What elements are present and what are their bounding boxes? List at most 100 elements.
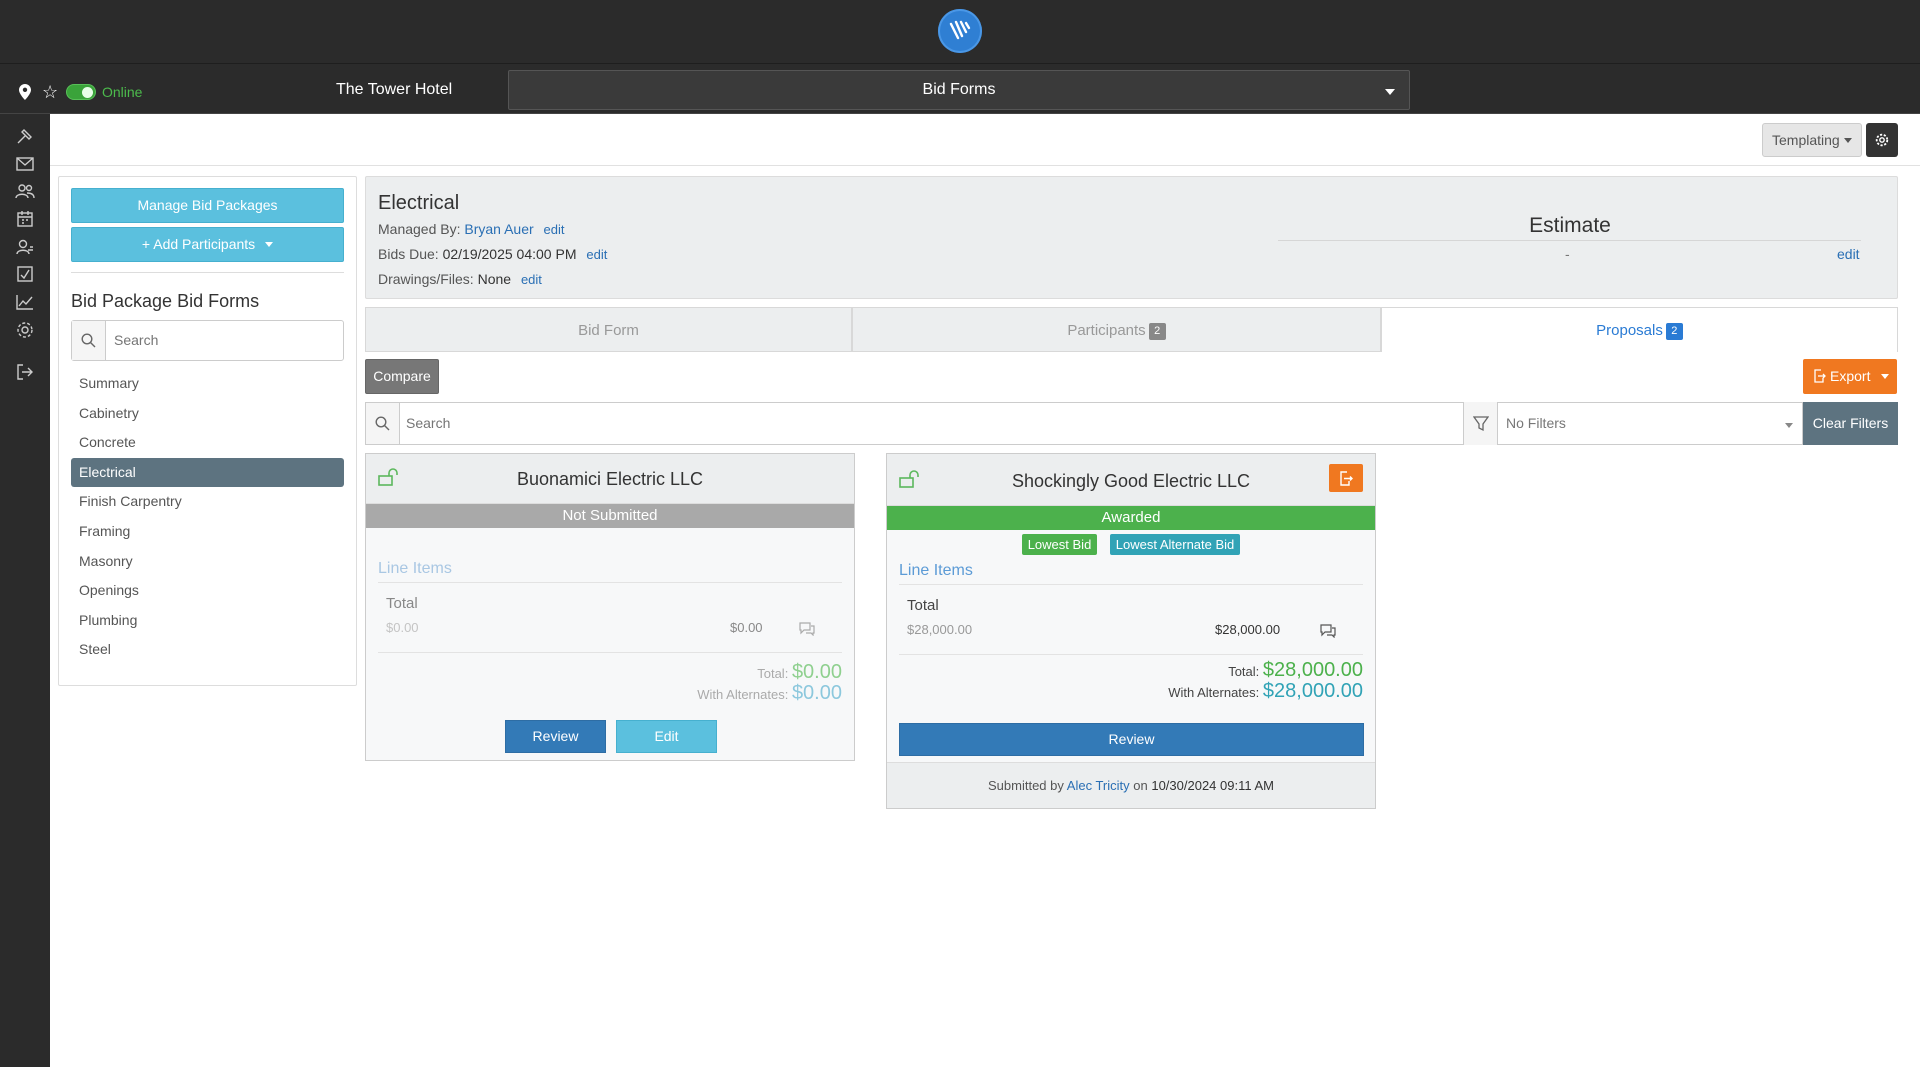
alternates-value: $0.00	[791, 682, 842, 704]
estimate-divider	[1278, 240, 1861, 241]
sidebar-item-finish-carpentry[interactable]: Finish Carpentry	[71, 487, 344, 516]
project-name[interactable]: The Tower Hotel	[336, 81, 452, 99]
submitted-on: on	[1133, 778, 1148, 793]
add-participants-button[interactable]: + Add Participants	[71, 227, 344, 262]
search-icon	[72, 321, 106, 360]
sign-out-icon[interactable]	[15, 362, 35, 382]
sidebar-item-openings[interactable]: Openings	[71, 576, 344, 605]
total-value: $0.00	[791, 661, 842, 683]
online-toggle[interactable]	[66, 84, 96, 100]
sidebar-item-electrical[interactable]: Electrical	[71, 457, 344, 487]
alternates-row: With Alternates: $0.00	[366, 682, 854, 705]
hammer-icon[interactable]	[15, 126, 35, 146]
proposal-card: Shockingly Good Electric LLC Awarded Low…	[886, 453, 1376, 809]
sidebar-search-input[interactable]	[114, 332, 334, 348]
chart-line-icon[interactable]	[15, 292, 35, 312]
comment-icon[interactable]	[1319, 623, 1337, 638]
tab-label: Proposals	[1596, 322, 1663, 339]
clear-filters-button[interactable]: Clear Filters	[1803, 402, 1898, 445]
manager-link[interactable]: Bryan Auer	[464, 221, 533, 237]
page-title: Electrical	[378, 192, 460, 214]
sidebar-item-cabinetry[interactable]: Cabinetry	[71, 399, 344, 428]
edit-drawings-link[interactable]: edit	[521, 272, 542, 287]
review-button[interactable]: Review	[899, 723, 1364, 756]
lowest-bid-tag: Lowest Bid	[1021, 534, 1098, 555]
status-banner: Not Submitted	[366, 504, 854, 528]
managed-by-label: Managed By:	[378, 221, 461, 237]
module-select-value: Bid Forms	[922, 81, 996, 98]
sidebar-item-summary[interactable]: Summary	[71, 369, 344, 398]
sidebar-item-plumbing[interactable]: Plumbing	[71, 606, 344, 635]
app-logo-icon[interactable]	[938, 9, 982, 53]
proposals-search-input[interactable]	[406, 415, 1406, 431]
estimate-value: -	[1565, 246, 1570, 262]
sidebar-heading: Bid Package Bid Forms	[71, 291, 260, 311]
line-item-bid-amount: $0.00	[730, 620, 763, 635]
users-icon[interactable]	[15, 181, 35, 201]
comment-icon[interactable]	[798, 621, 816, 636]
edit-bids-due-link[interactable]: edit	[586, 247, 607, 262]
mail-icon[interactable]	[15, 154, 35, 174]
card-header: Shockingly Good Electric LLC	[887, 454, 1375, 506]
filter-icon[interactable]	[1463, 402, 1498, 445]
templating-dropdown[interactable]: Templating	[1762, 123, 1862, 157]
total-row: Total: $0.00	[366, 661, 854, 684]
drawings-label: Drawings/Files:	[378, 271, 474, 287]
submitted-footer: Submitted by Alec Tricity on 10/30/2024 …	[887, 762, 1375, 808]
total-caption: Total:	[757, 666, 789, 681]
sidebar-item-concrete[interactable]: Concrete	[71, 428, 344, 457]
calendar-icon[interactable]	[15, 209, 35, 229]
sidebar-item-steel[interactable]: Steel	[71, 635, 344, 664]
checklist-icon[interactable]	[15, 264, 35, 284]
manage-bid-packages-button[interactable]: Manage Bid Packages	[71, 188, 344, 223]
filter-select[interactable]: No Filters	[1506, 415, 1566, 431]
review-button[interactable]: Review	[505, 720, 606, 753]
tab-participants[interactable]: Participants 2	[852, 307, 1381, 352]
favorite-star-icon[interactable]: ☆	[42, 83, 58, 101]
compare-button[interactable]: Compare	[365, 359, 439, 394]
proposal-card: Buonamici Electric LLC Not Submitted Lin…	[365, 453, 855, 761]
alternates-row: With Alternates: $28,000.00	[887, 680, 1375, 703]
line-item-row: $0.00 $0.00	[366, 616, 854, 642]
edit-estimate-link[interactable]: edit	[1837, 246, 1860, 262]
tab-label: Bid Form	[578, 322, 639, 339]
left-nav-rail	[0, 114, 50, 1067]
file-export-icon	[1340, 470, 1353, 486]
line-items-heading: Line Items	[378, 560, 452, 577]
export-proposal-button[interactable]	[1329, 464, 1363, 492]
sidebar-item-masonry[interactable]: Masonry	[71, 547, 344, 576]
bidder-name: Buonamici Electric LLC	[516, 469, 704, 489]
location-pin-icon[interactable]	[19, 84, 31, 100]
line-item-bid-amount: $28,000.00	[1215, 622, 1281, 637]
tab-bid-form[interactable]: Bid Form	[365, 307, 852, 352]
estimate-heading: Estimate	[1529, 214, 1611, 237]
divider	[378, 582, 842, 583]
line-item-base-amount: $0.00	[386, 620, 419, 635]
sidebar-search	[71, 320, 344, 361]
export-label: Export	[1830, 368, 1871, 384]
templating-label: Templating	[1772, 132, 1840, 148]
tab-proposals[interactable]: Proposals 2	[1381, 307, 1898, 352]
online-status-label: Online	[102, 84, 143, 100]
status-banner: Awarded	[887, 506, 1375, 530]
chevron-down-icon	[1385, 89, 1395, 95]
settings-button[interactable]	[1866, 123, 1898, 157]
line-item-label: Total	[386, 595, 418, 612]
submitter-link[interactable]: Alec Tricity	[1067, 778, 1130, 793]
module-select[interactable]: Bid Forms	[508, 70, 1410, 110]
alternates-caption: With Alternates:	[697, 687, 789, 702]
participants-count-badge: 2	[1148, 323, 1166, 340]
plus-icon: +	[141, 236, 151, 252]
tab-bar: Bid Form Participants 2 Proposals 2	[365, 307, 1898, 352]
settings-gear-icon[interactable]	[15, 320, 35, 340]
export-button[interactable]: Export	[1803, 359, 1897, 394]
submitted-date: 10/30/2024 09:11 AM	[1151, 778, 1274, 793]
edit-manager-link[interactable]: edit	[544, 222, 565, 237]
alternates-caption: With Alternates:	[1168, 685, 1260, 700]
edit-button[interactable]: Edit	[616, 720, 717, 753]
bidder-name: Shockingly Good Electric LLC	[1011, 471, 1251, 491]
drawings-value: None	[477, 271, 512, 287]
contacts-icon[interactable]	[15, 237, 35, 257]
chevron-down-icon	[265, 242, 274, 247]
sidebar-item-framing[interactable]: Framing	[71, 517, 344, 546]
